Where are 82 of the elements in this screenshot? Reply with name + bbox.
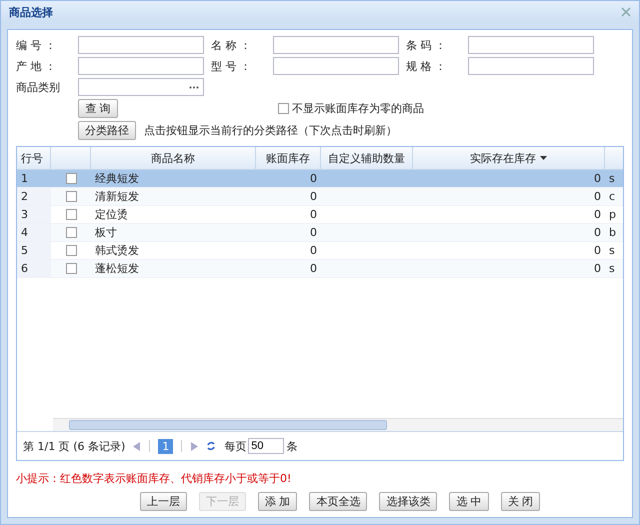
table-cell-text: p (608, 207, 617, 223)
table-cell-text: b (608, 225, 617, 241)
hint-text: 小提示：红色数字表示账面库存、代销库存小于或等于0! (16, 471, 292, 486)
window-title: 商品选择 (9, 4, 53, 20)
checkbox[interactable] (278, 103, 289, 114)
column-header[interactable]: 实际存在库存 (413, 147, 605, 169)
refresh-icon[interactable] (206, 441, 216, 451)
input-field[interactable] (78, 36, 204, 54)
field-label: 条 码 ： (406, 38, 447, 52)
field-label: 名 称 ： (211, 38, 252, 52)
table-cell-text: s (608, 243, 616, 259)
action-button[interactable]: 上一层 (140, 492, 187, 511)
row-checkbox[interactable] (66, 245, 76, 256)
row-number: 5 (17, 242, 51, 259)
table-cell-text: s (608, 261, 616, 277)
close-icon[interactable] (621, 7, 631, 17)
table-cell-text: 0 (309, 207, 318, 223)
row-number: 6 (17, 260, 51, 277)
table-cell-text: 清新短发 (94, 189, 140, 205)
action-button[interactable]: 选择该类 (379, 492, 438, 511)
input-field[interactable] (468, 36, 594, 54)
action-button[interactable]: 选 中 (449, 492, 489, 511)
table-cell-text: c (608, 189, 616, 205)
table-cell-text: 0 (593, 207, 602, 223)
table-cell-text: 0 (593, 225, 602, 241)
table-cell-text: 经典短发 (94, 171, 140, 187)
query-button[interactable]: 查 询 (78, 99, 118, 118)
action-button[interactable]: 本页全选 (309, 492, 368, 511)
table-cell-text: 0 (593, 171, 602, 187)
table-row[interactable]: 6 蓬松短发 0 0 s (17, 260, 623, 278)
row-checkbox[interactable] (66, 227, 76, 238)
column-header[interactable]: 行号 (17, 147, 51, 169)
input-field[interactable] (273, 57, 399, 75)
category-path-button[interactable]: 分类路径 (78, 121, 136, 140)
table-cell-text: 0 (309, 225, 318, 241)
checkbox-label: 不显示账面库存为零的商品 (292, 101, 424, 116)
field-label: 型 号 ： (211, 58, 252, 74)
row-checkbox[interactable] (66, 263, 76, 274)
category-field[interactable] (78, 78, 204, 96)
row-checkbox[interactable] (66, 191, 76, 202)
table-cell-text: 0 (309, 243, 318, 259)
table-cell-text: 0 (593, 189, 602, 205)
table-cell-text: 0 (593, 243, 602, 259)
table-cell-text: 板寸 (94, 225, 118, 241)
table-cell-text: 蓬松短发 (94, 261, 140, 277)
per-page-unit: 条 (286, 438, 298, 454)
table-cell-text: s (608, 171, 616, 187)
field-label: 规 格 ： (406, 58, 447, 74)
column-header[interactable]: 商品名称 (91, 147, 256, 169)
table-row[interactable]: 2 清新短发 0 0 c (17, 188, 623, 206)
table-cell-text: 0 (309, 189, 318, 205)
column-header[interactable]: 账面库存 (256, 147, 321, 169)
per-page-field[interactable]: 50 (248, 438, 284, 454)
next-page-icon[interactable] (190, 442, 198, 450)
table-cell-text: 0 (593, 261, 602, 277)
field-label: 产 地 ： (16, 58, 57, 74)
input-field[interactable] (78, 57, 204, 75)
table-row[interactable]: 1 经典短发 0 0 s (17, 170, 623, 188)
page-info: 第 1/1 页 (6 条记录) (23, 438, 126, 454)
row-checkbox[interactable] (66, 173, 76, 184)
input-field[interactable] (468, 57, 594, 75)
path-hint: 点击按钮显示当前行的分类路径（下次点击时刷新） (144, 123, 397, 138)
more-icon (189, 86, 199, 88)
horizontal-scrollbar[interactable] (53, 418, 623, 431)
table-cell-text: 定位烫 (94, 207, 129, 223)
row-number: 3 (17, 206, 51, 223)
table-cell-text: 0 (309, 261, 318, 277)
row-checkbox[interactable] (66, 209, 76, 220)
row-number: 4 (17, 224, 51, 241)
action-button[interactable]: 添 加 (258, 492, 298, 511)
table-row[interactable]: 4 板寸 0 0 b (17, 224, 623, 242)
previous-page-icon[interactable] (133, 442, 142, 450)
field-label: 编 号 ： (16, 38, 57, 52)
field-label: 商品类别 (16, 80, 61, 94)
table-cell-text: 韩式烫发 (94, 243, 140, 259)
table-cell-text: 0 (309, 171, 318, 187)
sort-down-icon[interactable] (540, 156, 547, 160)
per-page-label: 每页 (224, 438, 246, 454)
action-button[interactable]: 关 闭 (500, 492, 540, 511)
row-number: 2 (17, 188, 51, 205)
input-field[interactable] (273, 36, 399, 54)
column-header[interactable]: 自定义辅助数量 (321, 147, 413, 169)
